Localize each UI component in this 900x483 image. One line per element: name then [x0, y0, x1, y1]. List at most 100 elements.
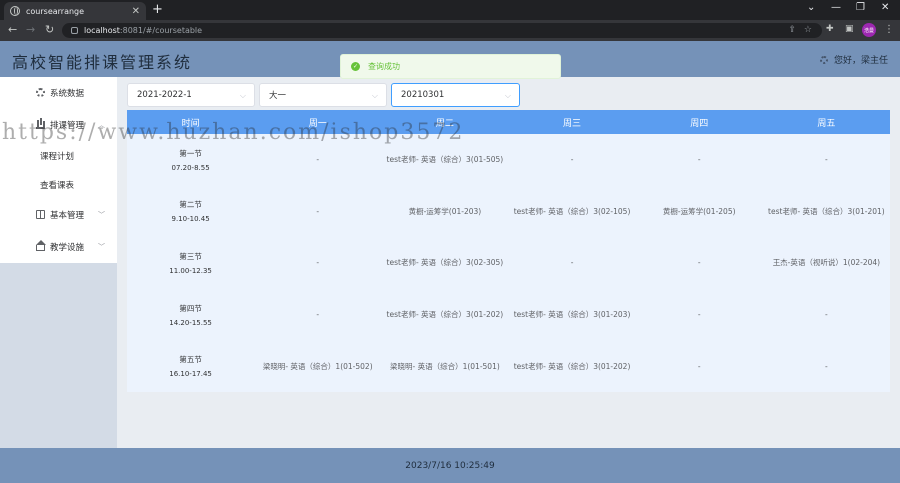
forward-icon[interactable]: →: [26, 23, 35, 37]
timetable-table: 时间 周一 周二 周三 周四 周五 第一节 07.20-8.55 - test老师…: [127, 110, 890, 392]
side-panel-icon[interactable]: ▣: [845, 24, 854, 34]
restore-icon[interactable]: ❐: [856, 2, 865, 13]
column-header-tue: 周二: [381, 110, 509, 134]
course-cell[interactable]: test老师- 英语（综合）3(01-505): [381, 134, 508, 186]
course-cell[interactable]: 梁晓明- 英语（综合）1(01-502): [254, 340, 381, 392]
course-cell[interactable]: -: [254, 186, 381, 238]
chevron-down-icon: ⌵: [239, 91, 246, 100]
sidebar-item-label: 教学设施: [50, 243, 85, 253]
extensions-icon[interactable]: ✚: [826, 24, 834, 34]
semester-select[interactable]: 2021-2022-1 ⌵: [127, 83, 255, 107]
course-cell[interactable]: 黄橱-运筹学(01-203): [381, 186, 508, 238]
book-icon: [36, 210, 45, 219]
course-cell[interactable]: -: [508, 134, 635, 186]
bookmark-star-icon[interactable]: ☆: [804, 25, 812, 35]
slot-name: 第二节: [179, 200, 202, 210]
course-cell[interactable]: test老师- 英语（综合）3(01-201): [763, 186, 890, 238]
tab-title: coursearrange: [26, 6, 85, 16]
course-cell[interactable]: test老师- 英语（综合）3(02-305): [381, 237, 508, 289]
course-cell[interactable]: -: [636, 237, 763, 289]
course-cell[interactable]: -: [763, 134, 890, 186]
check-circle-icon: ✓: [351, 62, 360, 71]
footer-datetime: 2023/7/16 10:25:49: [405, 460, 495, 471]
column-header-time: 时间: [127, 110, 255, 134]
sidebar-item-scheduling[interactable]: 排课管理 ︿: [0, 109, 117, 141]
column-header-fri: 周五: [762, 110, 890, 134]
grade-value: 大一: [269, 91, 287, 101]
course-cell[interactable]: -: [254, 289, 381, 341]
class-select[interactable]: 20210301 ⌵: [391, 83, 520, 107]
column-header-mon: 周一: [254, 110, 382, 134]
gear-icon: [819, 55, 828, 64]
sidebar-subitem-course-plan[interactable]: 课程计划: [0, 141, 117, 170]
address-bar[interactable]: localhost :8081/#/coursetable ⇪ ☆: [62, 23, 822, 38]
course-cell[interactable]: test老师- 英语（综合）3(02-105): [508, 186, 635, 238]
browser-toolbar: ← → ↻ localhost :8081/#/coursetable ⇪ ☆ …: [0, 20, 900, 41]
slot-name: 第四节: [179, 303, 202, 313]
window-close-icon[interactable]: ✕: [881, 2, 889, 13]
browser-menu-icon[interactable]: ⋮: [884, 24, 894, 35]
table-row: 第二节 9.10-10.45 - 黄橱-运筹学(01-203) test老师- 英…: [127, 186, 890, 238]
url-host: localhost: [84, 26, 120, 35]
sidebar-item-basic-management[interactable]: 基本管理 ﹀: [0, 199, 117, 231]
timetable: 时间 周一 周二 周三 周四 周五 第一节 07.20-8.55 - test老师…: [127, 110, 890, 392]
browser-tab-bar: coursearrange ✕ + ⌄ — ❐ ✕: [0, 0, 900, 20]
course-cell[interactable]: -: [763, 289, 890, 341]
chevron-up-icon: ︿: [98, 121, 105, 129]
course-cell[interactable]: -: [763, 340, 890, 392]
minimize-icon[interactable]: —: [831, 2, 841, 13]
sidebar-item-label: 系统数据: [50, 89, 85, 99]
table-row: 第一节 07.20-8.55 - test老师- 英语（综合）3(01-505) …: [127, 134, 890, 186]
new-tab-button[interactable]: +: [152, 2, 163, 18]
time-slot-cell: 第三节 11.00-12.35: [127, 237, 254, 289]
user-greeting: 您好，梁主任: [833, 56, 888, 66]
time-slot-cell: 第四节 14.20-15.55: [127, 289, 254, 341]
footer: 2023/7/16 10:25:49: [0, 448, 900, 483]
site-info-icon[interactable]: [71, 27, 78, 34]
chevron-down-icon: ﹀: [98, 211, 105, 219]
course-cell[interactable]: test老师- 英语（综合）3(01-202): [508, 340, 635, 392]
grade-select[interactable]: 大一 ⌵: [259, 83, 387, 107]
course-cell[interactable]: test老师- 英语（综合）3(01-202): [381, 289, 508, 341]
sidebar-menu: 系统数据 排课管理 ︿ 课程计划 查看课表 基本管理 ﹀ 教学设施 ﹀: [0, 77, 117, 263]
course-cell[interactable]: -: [636, 134, 763, 186]
url-path: :8081/#/coursetable: [119, 26, 203, 35]
reload-icon[interactable]: ↻: [45, 23, 54, 37]
course-cell[interactable]: -: [636, 340, 763, 392]
column-header-wed: 周三: [508, 110, 636, 134]
course-cell[interactable]: 梁晓明- 英语（综合）1(01-501): [381, 340, 508, 392]
slot-time: 9.10-10.45: [171, 215, 210, 224]
browser-tab[interactable]: coursearrange ✕: [4, 2, 146, 20]
chevron-down-icon: ⌵: [504, 91, 511, 100]
table-row: 第五节 16.10-17.45 梁晓明- 英语（综合）1(01-502) 梁晓明-…: [127, 340, 890, 392]
course-cell[interactable]: -: [636, 289, 763, 341]
profile-avatar[interactable]: 浩曼: [862, 23, 876, 37]
sidebar: 系统数据 排课管理 ︿ 课程计划 查看课表 基本管理 ﹀ 教学设施 ﹀: [0, 77, 117, 448]
back-icon[interactable]: ←: [8, 23, 17, 37]
sidebar-item-label: 排课管理: [50, 121, 85, 131]
table-row: 第四节 14.20-15.55 - test老师- 英语（综合）3(01-202)…: [127, 289, 890, 341]
share-icon[interactable]: ⇪: [788, 25, 796, 35]
course-cell[interactable]: -: [508, 237, 635, 289]
sidebar-item-system-data[interactable]: 系统数据: [0, 77, 117, 109]
sidebar-item-facilities[interactable]: 教学设施 ﹀: [0, 231, 117, 263]
course-cell[interactable]: -: [254, 237, 381, 289]
bar-chart-icon: [36, 120, 45, 129]
class-value: 20210301: [401, 90, 445, 100]
course-cell[interactable]: 王杰-英语（视听说）1(02-204): [763, 237, 890, 289]
course-cell[interactable]: 黄橱-运筹学(01-205): [636, 186, 763, 238]
user-menu[interactable]: 您好，梁主任: [819, 53, 888, 66]
tab-close-icon[interactable]: ✕: [132, 6, 140, 17]
slot-name: 第一节: [179, 148, 202, 158]
time-slot-cell: 第一节 07.20-8.55: [127, 134, 254, 186]
house-icon: [36, 240, 46, 251]
sidebar-subitem-view-timetable[interactable]: 查看课表: [0, 170, 117, 199]
slot-name: 第五节: [179, 355, 202, 365]
course-cell[interactable]: -: [254, 134, 381, 186]
slot-time: 14.20-15.55: [169, 318, 212, 327]
toast-message: 查询成功: [368, 62, 400, 71]
slot-name: 第三节: [179, 251, 202, 261]
tab-search-icon[interactable]: ⌄: [807, 2, 815, 13]
course-cell[interactable]: test老师- 英语（综合）3(01-203): [508, 289, 635, 341]
table-row: 第三节 11.00-12.35 - test老师- 英语（综合）3(02-305)…: [127, 237, 890, 289]
